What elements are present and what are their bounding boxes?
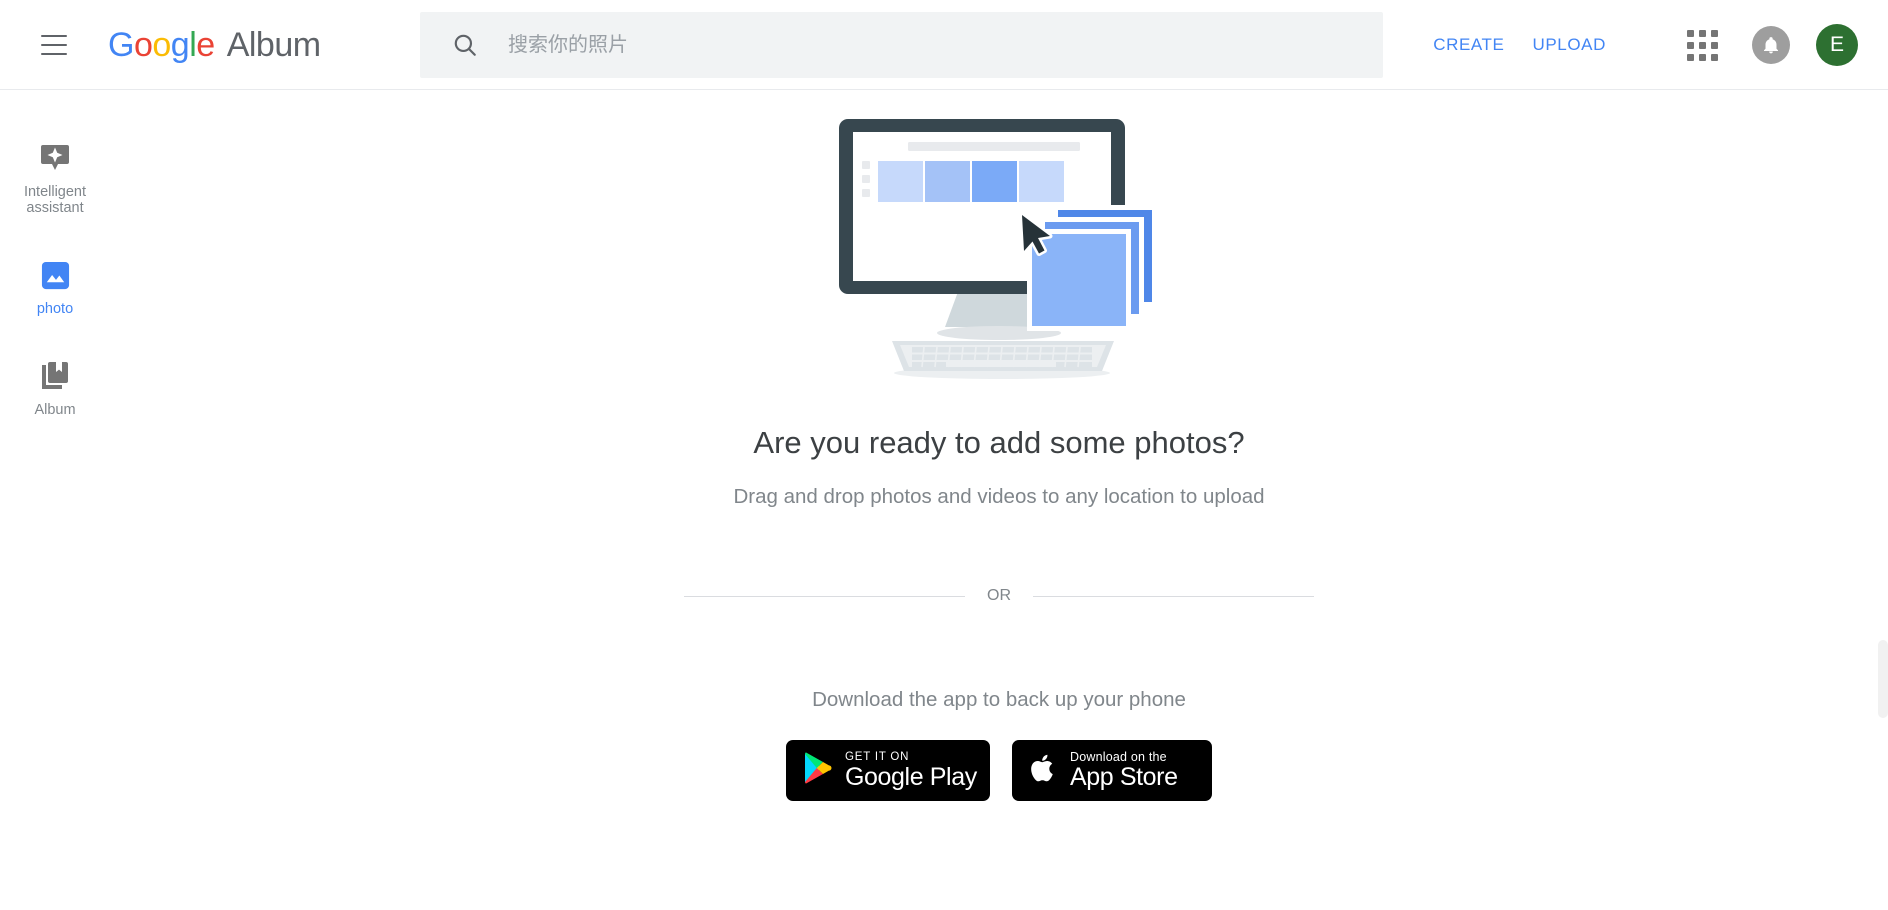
page-subtitle: Drag and drop photos and videos to any l… [733, 485, 1265, 508]
sidebar-item-label: Intelligent assistant [23, 184, 87, 216]
or-divider: OR [684, 587, 1314, 605]
logo-letter-o1: o [133, 25, 153, 64]
upload-button[interactable]: UPLOAD [1518, 25, 1620, 65]
desktop-monitor-keyboard-photos-illustration [834, 111, 1164, 391]
photo-icon [38, 258, 72, 292]
download-app-text: Download the app to back up your phone [812, 688, 1186, 711]
apps-dot [1686, 41, 1694, 49]
badge-small-label: Download on the [1070, 749, 1167, 764]
google-play-badge[interactable]: GET IT ON Google Play [786, 740, 990, 801]
divider-line-left [684, 595, 965, 597]
app-store-badge[interactable]: Download on the App Store [1012, 740, 1212, 801]
album-book-icon [38, 359, 72, 393]
logo-letter-g1: G [108, 25, 134, 64]
sidebar-item-intelligent-assistant[interactable]: Intelligent assistant [0, 141, 110, 216]
badge-small-label: GET IT ON [845, 750, 910, 763]
apps-dot [1686, 29, 1694, 37]
app-store-text: Download on the App Store [1070, 749, 1178, 791]
assistant-badge-icon [38, 141, 72, 175]
apps-dot [1710, 53, 1718, 61]
logo-letter-o2: o [152, 25, 171, 64]
divider-line-right [1033, 595, 1314, 597]
hamburger-bar [41, 34, 67, 37]
vertical-scrollbar[interactable] [1878, 640, 1888, 718]
badge-big-label: Google Play [845, 762, 977, 791]
or-label: OR [987, 587, 1011, 604]
page-title: Are you ready to add some photos? [753, 425, 1245, 460]
sidebar-item-label: Album [34, 402, 76, 418]
sidebar: Intelligent assistant photo Album [0, 91, 110, 910]
search-input[interactable] [506, 32, 1383, 58]
sidebar-item-album[interactable]: Album [0, 359, 110, 418]
hamburger-bar [41, 43, 67, 46]
badge-big-label: App Store [1070, 762, 1178, 791]
logo-letter-g2: g [170, 25, 190, 64]
apps-dot [1710, 29, 1718, 37]
logo-letter-e: e [196, 25, 215, 64]
header-actions: CREATE UPLOAD E [1419, 0, 1888, 90]
apple-logo-icon [1030, 751, 1058, 790]
apps-dot [1698, 41, 1706, 49]
apps-grid-icon[interactable] [1680, 23, 1724, 67]
apps-dot [1686, 53, 1694, 61]
apps-dot [1710, 41, 1718, 49]
notification-bell-icon[interactable] [1752, 26, 1790, 64]
app-store-badges: GET IT ON Google Play Download on the Ap… [786, 740, 1212, 801]
sidebar-item-label: photo [36, 301, 74, 317]
logo-letter-l: l [189, 25, 197, 64]
search-icon [452, 32, 478, 58]
brand-logo[interactable]: Google Album [108, 28, 321, 62]
sidebar-item-photo[interactable]: photo [0, 258, 110, 317]
google-play-icon [804, 752, 833, 789]
google-play-text: GET IT ON Google Play [845, 751, 977, 791]
app-header: Google Album CREATE UPLOAD E [0, 0, 1888, 90]
create-button[interactable]: CREATE [1419, 25, 1518, 65]
search-bar[interactable] [420, 12, 1383, 78]
hamburger-bar [41, 52, 67, 55]
hamburger-menu-icon[interactable] [28, 19, 80, 71]
main-content: Are you ready to add some photos? Drag a… [110, 91, 1888, 910]
app-name-label: Album [226, 25, 321, 64]
apps-dot [1698, 29, 1706, 37]
avatar[interactable]: E [1816, 24, 1858, 66]
apps-dot [1698, 53, 1706, 61]
